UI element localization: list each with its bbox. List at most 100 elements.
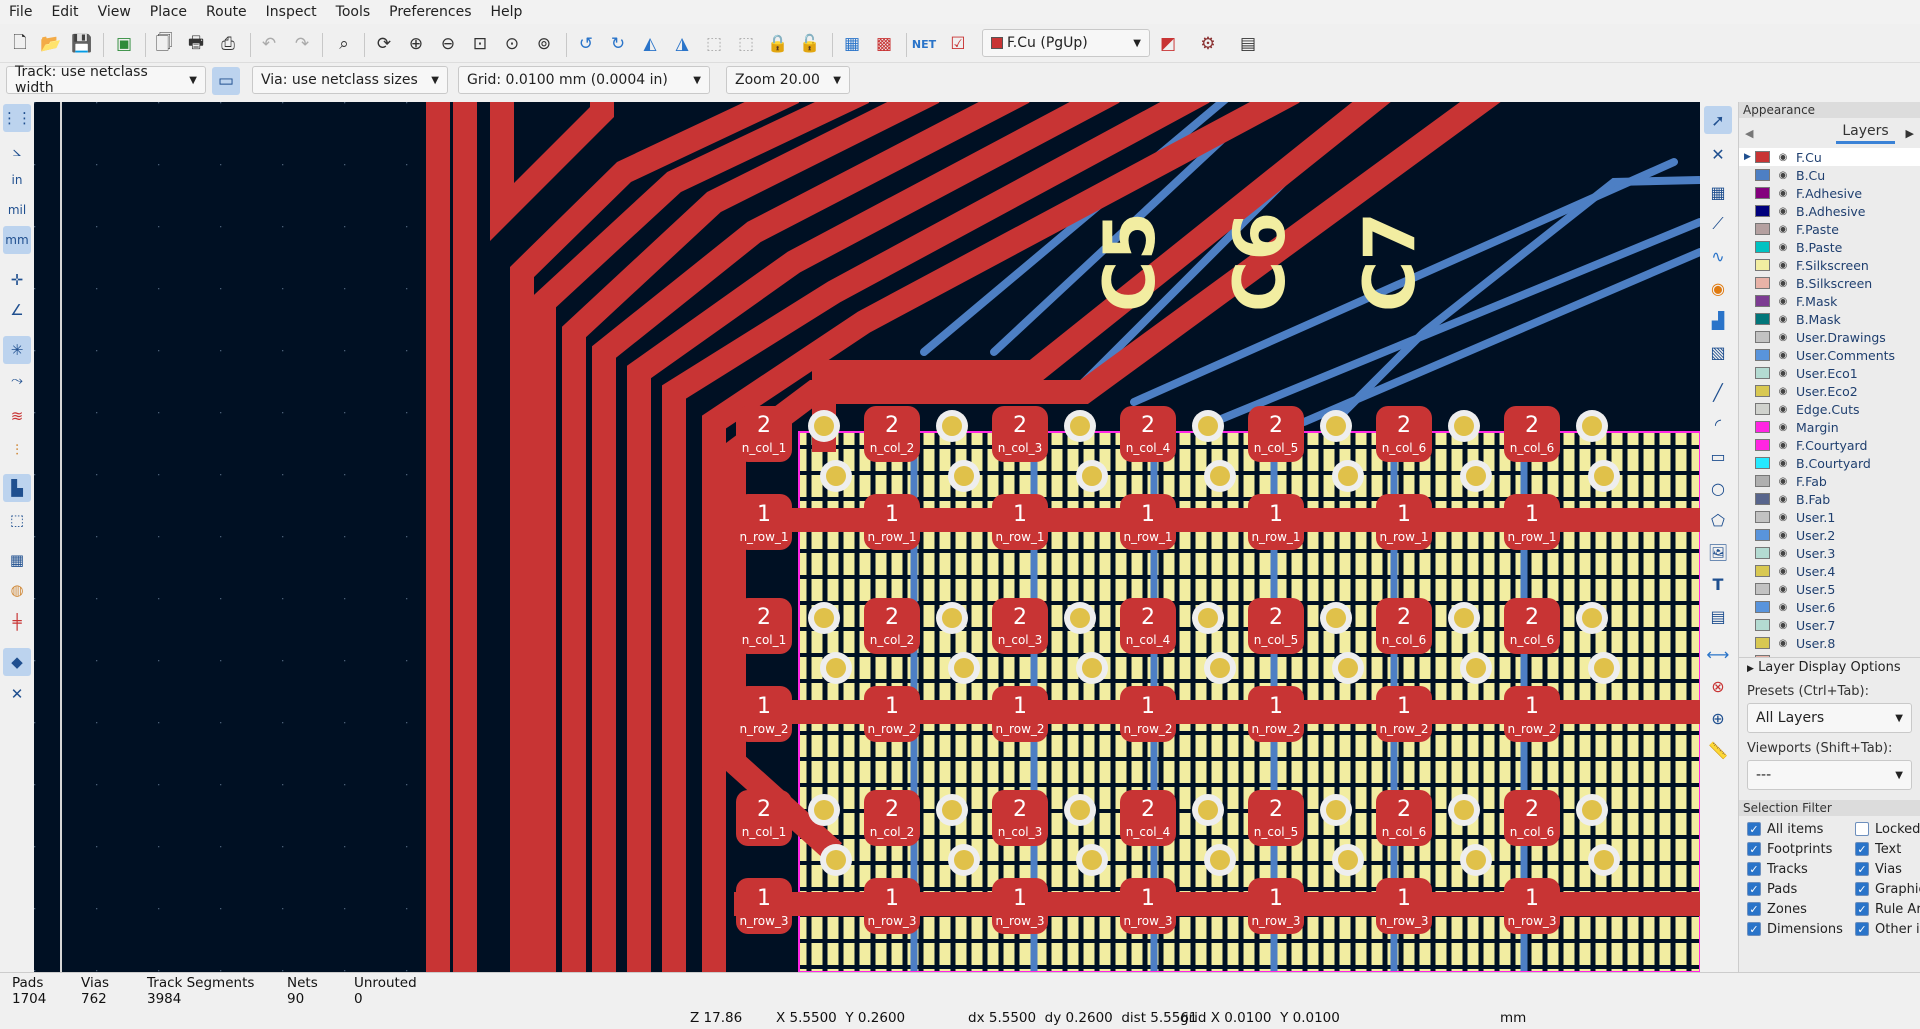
filter-checkbox[interactable]: ✓ Footprints [1747, 840, 1855, 858]
eye-icon[interactable]: ◉ [1776, 241, 1790, 253]
layer-color-swatch[interactable] [1755, 259, 1770, 271]
zoom-fit-icon[interactable]: ⊡ [466, 30, 494, 58]
layer-color-swatch[interactable] [1755, 565, 1770, 577]
layer-color-swatch[interactable] [1755, 475, 1770, 487]
net-highlight-icon[interactable]: ≋ [3, 402, 31, 430]
route-track-icon[interactable]: ⟋ [1704, 210, 1732, 238]
checkmark-icon[interactable]: ✓ [1747, 902, 1761, 916]
zoom-dropdown[interactable]: Zoom 20.00 ▼ [726, 66, 850, 94]
angle-snap-icon[interactable]: ∠ [3, 296, 31, 324]
checkmark-icon[interactable]: ✓ [1747, 842, 1761, 856]
layer-row[interactable]: ◉ F.Mask [1739, 292, 1920, 310]
rule-area-icon[interactable]: ▧ [1704, 338, 1732, 366]
eye-icon[interactable]: ◉ [1776, 547, 1790, 559]
eye-icon[interactable]: ◉ [1776, 457, 1790, 469]
properties-tool-icon[interactable]: ✕ [3, 680, 31, 708]
layer-color-swatch[interactable] [1755, 421, 1770, 433]
layer-row[interactable]: ◉ User.Eco1 [1739, 364, 1920, 382]
select-icon[interactable]: ➚ [1704, 106, 1732, 134]
layer-row[interactable]: ◉ B.Silkscreen [1739, 274, 1920, 292]
add-textbox-icon[interactable]: ▤ [1704, 602, 1732, 630]
filter-checkbox[interactable]: ✓ Dimensions [1747, 920, 1855, 938]
zoom-objects-icon[interactable]: ⊙ [498, 30, 526, 58]
lock-icon[interactable]: 🔒 [764, 30, 792, 58]
eye-icon[interactable]: ◉ [1776, 223, 1790, 235]
pad-display-icon[interactable]: ▦ [3, 546, 31, 574]
eye-icon[interactable]: ◉ [1776, 151, 1790, 163]
eye-icon[interactable]: ◉ [1776, 295, 1790, 307]
layer-row[interactable]: ◉ User.2 [1739, 526, 1920, 544]
via-display-icon[interactable]: ◍ [3, 576, 31, 604]
eye-icon[interactable]: ◉ [1776, 619, 1790, 631]
eye-icon[interactable]: ◉ [1776, 169, 1790, 181]
console-icon[interactable]: ▤ [1234, 30, 1262, 58]
layer-color-swatch[interactable] [1755, 313, 1770, 325]
layer-color-swatch[interactable] [1755, 457, 1770, 469]
net-color-icon[interactable]: ⫶ [3, 436, 31, 464]
draw-circle-icon[interactable]: ○ [1704, 474, 1732, 502]
grid-toggle-icon[interactable]: ⋮⋮ [2, 104, 32, 132]
measure-icon[interactable]: 📏 [1704, 736, 1732, 764]
menu-place[interactable]: Place [141, 0, 197, 24]
layer-row[interactable]: ◉ B.Courtyard [1739, 454, 1920, 472]
units-mil-button[interactable]: mil [3, 196, 31, 224]
layer-row[interactable]: ◉ B.Fab [1739, 490, 1920, 508]
filter-checkbox[interactable]: ✓ Graphics [1855, 880, 1920, 898]
layer-row[interactable]: ◉ Margin [1739, 418, 1920, 436]
pcb-canvas[interactable]: C5 C6 C7 2 n_col_1 1 n_row_1 2 n_col_2 1 n_row_1 2… [34, 102, 1700, 972]
layer-row[interactable]: ◉ Edge.Cuts [1739, 400, 1920, 418]
eye-icon[interactable]: ◉ [1776, 367, 1790, 379]
viewports-dropdown[interactable]: --- ▼ [1747, 760, 1912, 790]
checkmark-icon[interactable]: ✓ [1855, 882, 1869, 896]
eye-icon[interactable]: ◉ [1776, 583, 1790, 595]
layer-row[interactable]: ◉ B.Paste [1739, 238, 1920, 256]
filter-checkbox[interactable]: ✓ Pads [1747, 880, 1855, 898]
tab-next-arrow-icon[interactable]: ▶ [1906, 127, 1914, 140]
eye-icon[interactable]: ◉ [1776, 475, 1790, 487]
filter-checkbox[interactable]: ✓ All items [1747, 820, 1855, 838]
layer-row[interactable]: ◉ B.Cu [1739, 166, 1920, 184]
set-origin-icon[interactable]: ⊕ [1704, 704, 1732, 732]
cursor-icon[interactable]: ✛ [3, 266, 31, 294]
eye-icon[interactable]: ◉ [1776, 511, 1790, 523]
layer-row[interactable]: ◉ B.Mask [1739, 310, 1920, 328]
checkmark-icon[interactable]: ✓ [1747, 922, 1761, 936]
checkmark-icon[interactable]: ✓ [1747, 862, 1761, 876]
checkmark-icon[interactable]: ✓ [1747, 822, 1761, 836]
flip-icon[interactable]: ◭ [636, 30, 664, 58]
ungroup-icon[interactable]: ⬚ [732, 30, 760, 58]
pcb-drawing[interactable]: C5 C6 C7 2 n_col_1 1 n_row_1 2 n_col_2 1 n_row_1 2… [34, 102, 1700, 972]
draw-line-icon[interactable]: ╱ [1704, 378, 1732, 406]
layer-color-swatch[interactable] [1755, 439, 1770, 451]
layer-row[interactable]: ◉ User.5 [1739, 580, 1920, 598]
eye-icon[interactable]: ◉ [1776, 349, 1790, 361]
menu-file[interactable]: File [0, 0, 42, 24]
layer-color-swatch[interactable] [1755, 493, 1770, 505]
page-settings-icon[interactable]: 🗍 [150, 30, 178, 58]
layer-color-swatch[interactable] [1755, 277, 1770, 289]
footprint-editor-icon[interactable]: ▦ [838, 30, 866, 58]
layer-row[interactable]: ◉ User.6 [1739, 598, 1920, 616]
layer-row[interactable]: ◉ B.Adhesive [1739, 202, 1920, 220]
track-width-dropdown[interactable]: Track: use netclass width ▼ [6, 64, 206, 96]
add-zone-icon[interactable]: ▟ [1704, 306, 1732, 334]
menu-edit[interactable]: Edit [42, 0, 88, 24]
polar-coords-icon[interactable]: ⦣ [3, 137, 31, 165]
layer-color-swatch[interactable] [1755, 403, 1770, 415]
layers-manager-icon[interactable]: ◆ [3, 648, 31, 676]
redo-icon[interactable]: ↷ [288, 30, 316, 58]
rotate-ccw-icon[interactable]: ↺ [572, 30, 600, 58]
eye-icon[interactable]: ◉ [1776, 385, 1790, 397]
scripting-icon[interactable]: ⚙ [1194, 30, 1222, 58]
filter-checkbox[interactable]: Locked [1855, 820, 1920, 838]
print-icon[interactable]: 🖶 [182, 30, 210, 58]
eye-icon[interactable]: ◉ [1776, 529, 1790, 541]
zoom-in-icon[interactable]: ⊕ [402, 30, 430, 58]
eye-icon[interactable]: ◉ [1776, 439, 1790, 451]
add-text-icon[interactable]: T [1704, 570, 1732, 598]
layer-color-swatch[interactable] [1755, 331, 1770, 343]
curved-ratsnest-icon[interactable]: ⤳ [3, 366, 31, 394]
checkmark-icon[interactable]: ✓ [1855, 922, 1869, 936]
menu-preferences[interactable]: Preferences [380, 0, 481, 24]
local-ratsnest-icon[interactable]: ✕ [1704, 140, 1732, 168]
